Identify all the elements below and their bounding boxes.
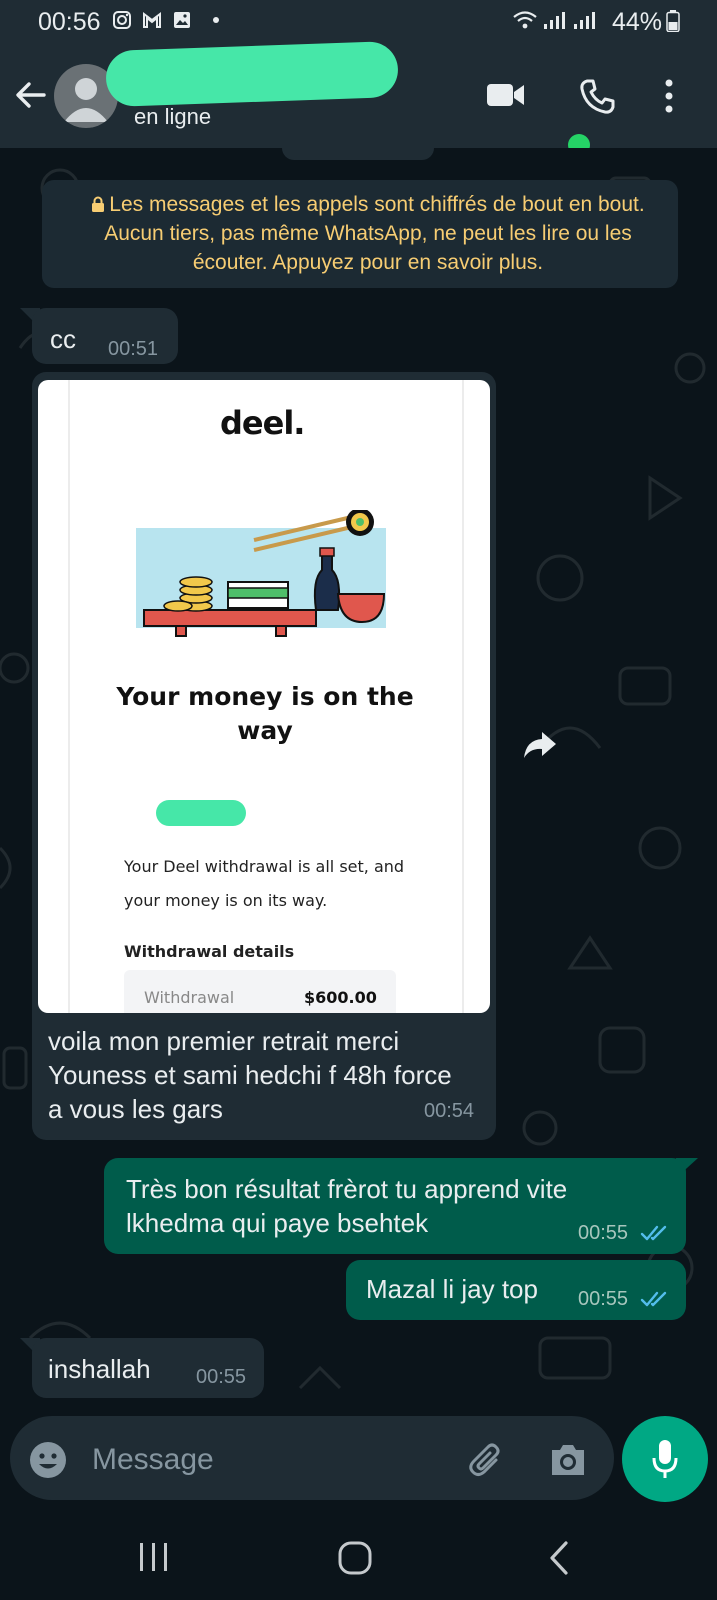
signal-icon bbox=[544, 12, 565, 29]
deel-logo: deel. bbox=[220, 404, 305, 442]
withdrawal-details-row: Withdrawal $600.00 bbox=[124, 970, 396, 1013]
email-headline: Your money is on the way bbox=[116, 682, 414, 745]
wifi-icon bbox=[513, 11, 537, 29]
message-time: 00:55 bbox=[578, 1222, 629, 1244]
lock-icon bbox=[92, 196, 105, 212]
mic-icon bbox=[652, 1440, 678, 1478]
date-pill bbox=[282, 138, 434, 160]
message-text: cc bbox=[50, 324, 76, 354]
camera-icon[interactable] bbox=[548, 1442, 588, 1478]
withdrawal-amount: $600.00 bbox=[304, 988, 377, 1007]
message-time: 00:55 bbox=[578, 1288, 629, 1310]
deel-email-screenshot: deel. Your money is on the way Your Deel… bbox=[68, 380, 464, 1013]
message-time: 00:55 bbox=[196, 1366, 247, 1388]
recipient-name-redacted bbox=[156, 800, 246, 826]
gmail-icon bbox=[143, 12, 161, 28]
sushi-illustration bbox=[136, 510, 386, 637]
recents-icon[interactable] bbox=[134, 1540, 174, 1574]
emoji-icon[interactable] bbox=[28, 1440, 68, 1480]
message-input[interactable] bbox=[90, 1436, 454, 1484]
signal-icon bbox=[574, 12, 595, 29]
voice-call-icon[interactable] bbox=[578, 78, 616, 116]
encryption-notice-text: Les messages et les appels sont chiffrés… bbox=[68, 190, 668, 277]
message-time: 00:54 bbox=[424, 1100, 475, 1122]
read-ticks-icon bbox=[640, 1291, 667, 1307]
withdrawal-label: Withdrawal bbox=[144, 988, 235, 1007]
attach-icon[interactable] bbox=[466, 1440, 506, 1480]
forward-icon[interactable] bbox=[520, 724, 560, 764]
instagram-icon bbox=[113, 11, 131, 29]
gallery-icon bbox=[174, 12, 190, 28]
dot-icon bbox=[213, 17, 219, 23]
status-time: 00:56 bbox=[38, 8, 101, 36]
back-icon[interactable] bbox=[14, 78, 48, 112]
message-text: Mazal li jay top bbox=[366, 1274, 538, 1304]
message-time: 00:51 bbox=[108, 338, 159, 360]
menu-icon[interactable] bbox=[664, 78, 674, 114]
battery-percent: 44% bbox=[612, 8, 663, 36]
read-ticks-icon bbox=[640, 1225, 667, 1241]
contact-name-redacted[interactable] bbox=[105, 40, 399, 108]
withdrawal-details-title: Withdrawal details bbox=[124, 942, 295, 961]
mic-button[interactable] bbox=[622, 1416, 708, 1502]
email-body: Your Deel withdrawal is all set, and you… bbox=[124, 857, 405, 910]
battery-icon bbox=[666, 10, 680, 32]
image-caption: voila mon premier retrait merci Youness … bbox=[48, 1026, 452, 1124]
home-icon[interactable] bbox=[336, 1538, 376, 1578]
back-nav-icon[interactable] bbox=[544, 1538, 574, 1578]
image-attachment[interactable]: deel. Your money is on the way Your Deel… bbox=[38, 380, 490, 1013]
status-bar bbox=[0, 0, 717, 44]
message-text: inshallah bbox=[48, 1354, 151, 1384]
presence-status: en ligne bbox=[134, 104, 212, 129]
video-call-icon[interactable] bbox=[486, 80, 526, 110]
message-text: Très bon résultat frèrot tu apprend vite… bbox=[126, 1174, 568, 1238]
